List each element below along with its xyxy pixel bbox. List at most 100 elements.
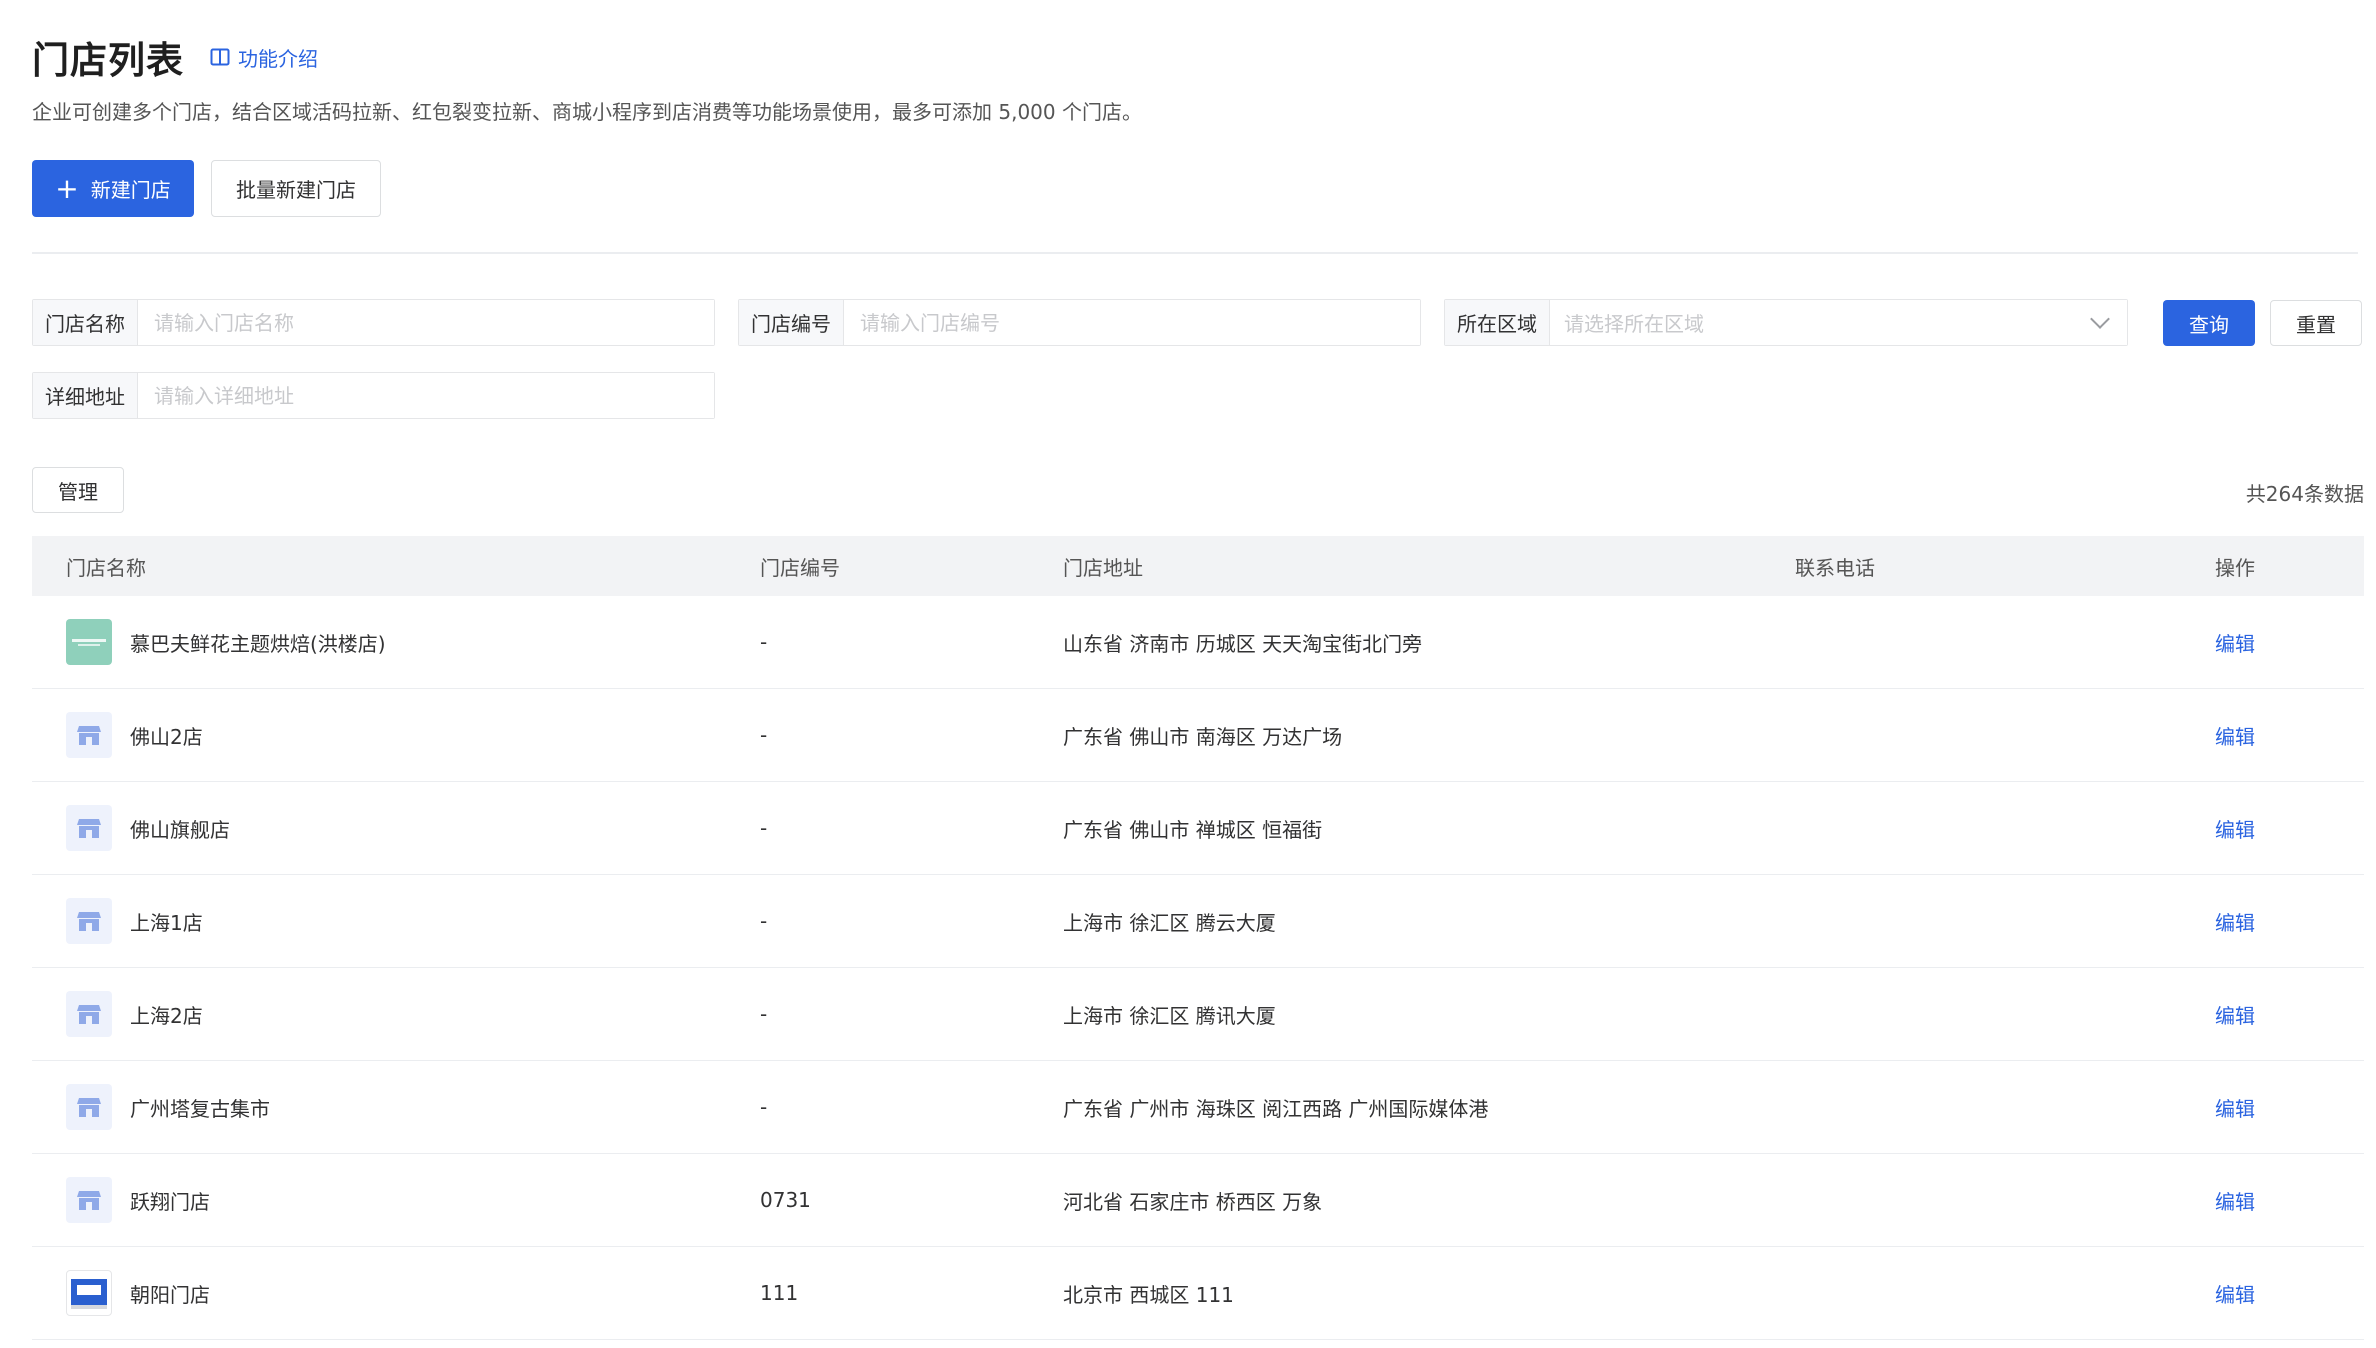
cell-store-name: 朝阳门店 bbox=[32, 1270, 760, 1316]
region-select-placeholder: 请选择所在区域 bbox=[1564, 312, 1704, 336]
store-address: 河北省 石家庄市 桥西区 万象 bbox=[1063, 1189, 1323, 1214]
table-row: 慕巴夫鲜花主题烘焙(洪楼店) - 山东省 济南市 历城区 天天淘宝街北门旁 编辑 bbox=[32, 596, 2364, 689]
intro-link[interactable]: 功能介绍 bbox=[210, 43, 318, 72]
store-address: 广东省 佛山市 禅城区 恒福街 bbox=[1063, 817, 1323, 842]
filter-address-label: 详细地址 bbox=[33, 373, 138, 418]
store-code: 111 bbox=[760, 1281, 799, 1305]
table-row: 广州塔复古集市 - 广东省 广州市 海珠区 阅江西路 广州国际媒体港 编辑 bbox=[32, 1061, 2364, 1154]
table-row: 佛山2店 - 广东省 佛山市 南海区 万达广场 编辑 bbox=[32, 689, 2364, 782]
cell-actions: 编辑 bbox=[2215, 1093, 2364, 1122]
store-code-input[interactable] bbox=[844, 300, 1420, 345]
cell-store-name: 跃翔门店 bbox=[32, 1177, 760, 1223]
cell-actions: 编辑 bbox=[2215, 1186, 2364, 1215]
store-name: 上海2店 bbox=[130, 1003, 203, 1028]
page-description: 企业可创建多个门店，结合区域活码拉新、红包裂变拉新、商城小程序到店消费等功能场景… bbox=[32, 100, 1142, 124]
cell-actions: 编辑 bbox=[2215, 1279, 2364, 1308]
store-thumbnail bbox=[66, 619, 112, 665]
store-code: - bbox=[760, 723, 768, 747]
store-icon bbox=[77, 1191, 101, 1210]
cell-actions: 编辑 bbox=[2215, 628, 2364, 657]
cell-store-name: 上海2店 bbox=[32, 991, 760, 1037]
store-name: 佛山2店 bbox=[130, 724, 203, 749]
page-title: 门店列表 bbox=[32, 39, 184, 82]
query-button[interactable]: 查询 bbox=[2163, 300, 2255, 346]
table-row: 跃翔门店 0731 河北省 石家庄市 桥西区 万象 编辑 bbox=[32, 1154, 2364, 1247]
store-photo-icon bbox=[71, 1279, 107, 1309]
edit-link[interactable]: 编辑 bbox=[2215, 1190, 2255, 1214]
book-icon bbox=[210, 48, 230, 66]
store-thumbnail bbox=[66, 712, 112, 758]
cell-store-name: 佛山2店 bbox=[32, 712, 760, 758]
divider bbox=[32, 252, 2358, 254]
cell-actions: 编辑 bbox=[2215, 814, 2364, 843]
cell-actions: 编辑 bbox=[2215, 721, 2364, 750]
reset-button[interactable]: 重置 bbox=[2270, 300, 2362, 346]
table-header: 门店名称 门店编号 门店地址 联系电话 操作 bbox=[32, 536, 2364, 596]
action-buttons: + 新建门店 批量新建门店 bbox=[32, 160, 381, 217]
filter-store-code-label: 门店编号 bbox=[739, 300, 844, 345]
store-name: 慕巴夫鲜花主题烘焙(洪楼店) bbox=[130, 631, 386, 656]
cell-store-name: 佛山旗舰店 bbox=[32, 805, 760, 851]
store-address: 上海市 徐汇区 腾讯大厦 bbox=[1063, 1003, 1276, 1028]
store-thumbnail bbox=[66, 898, 112, 944]
store-thumbnail bbox=[66, 1270, 112, 1316]
store-name: 跃翔门店 bbox=[130, 1189, 210, 1214]
edit-link[interactable]: 编辑 bbox=[2215, 1004, 2255, 1028]
edit-link[interactable]: 编辑 bbox=[2215, 632, 2255, 656]
edit-link[interactable]: 编辑 bbox=[2215, 1283, 2255, 1307]
store-icon bbox=[77, 1098, 101, 1117]
filter-address: 详细地址 bbox=[32, 372, 715, 419]
store-icon bbox=[77, 912, 101, 931]
filter-store-name-label: 门店名称 bbox=[33, 300, 138, 345]
store-name: 广州塔复古集市 bbox=[130, 1096, 270, 1121]
store-name: 佛山旗舰店 bbox=[130, 817, 230, 842]
cell-store-name: 慕巴夫鲜花主题烘焙(洪楼店) bbox=[32, 619, 760, 665]
store-thumbnail bbox=[66, 1084, 112, 1130]
store-name: 朝阳门店 bbox=[130, 1282, 210, 1307]
store-thumbnail bbox=[66, 805, 112, 851]
filter-region-label: 所在区域 bbox=[1445, 300, 1550, 345]
store-icon bbox=[77, 726, 101, 745]
manage-button[interactable]: 管理 bbox=[32, 467, 124, 513]
cell-store-name: 广州塔复古集市 bbox=[32, 1084, 760, 1130]
table-body: 慕巴夫鲜花主题烘焙(洪楼店) - 山东省 济南市 历城区 天天淘宝街北门旁 编辑 佛山2… bbox=[32, 596, 2364, 1340]
new-store-button[interactable]: + 新建门店 bbox=[32, 160, 194, 217]
col-store-code: 门店编号 bbox=[760, 555, 840, 580]
store-address: 山东省 济南市 历城区 天天淘宝街北门旁 bbox=[1063, 631, 1423, 656]
filter-region: 所在区域 请选择所在区域 bbox=[1444, 299, 2128, 346]
store-name-input[interactable] bbox=[138, 300, 714, 345]
store-name: 上海1店 bbox=[130, 910, 203, 935]
store-list-page: 门店列表 功能介绍 企业可创建多个门店，结合区域活码拉新、红包裂变拉新、商城小程… bbox=[0, 0, 2376, 1348]
store-code: - bbox=[760, 630, 768, 654]
title-row: 门店列表 功能介绍 bbox=[32, 30, 318, 84]
col-store-name: 门店名称 bbox=[66, 555, 146, 580]
store-code: - bbox=[760, 1002, 768, 1026]
store-address: 上海市 徐汇区 腾云大厦 bbox=[1063, 910, 1276, 935]
new-store-label: 新建门店 bbox=[90, 178, 171, 202]
filter-store-code: 门店编号 bbox=[738, 299, 1421, 346]
brand-logo-icon bbox=[72, 639, 106, 646]
filter-store-name: 门店名称 bbox=[32, 299, 715, 346]
table-row: 上海2店 - 上海市 徐汇区 腾讯大厦 编辑 bbox=[32, 968, 2364, 1061]
edit-link[interactable]: 编辑 bbox=[2215, 911, 2255, 935]
edit-link[interactable]: 编辑 bbox=[2215, 725, 2255, 749]
intro-link-label[interactable]: 功能介绍 bbox=[238, 43, 318, 72]
edit-link[interactable]: 编辑 bbox=[2215, 818, 2255, 842]
total-count: 共264条数据 bbox=[2245, 482, 2364, 506]
store-table: 门店名称 门店编号 门店地址 联系电话 操作 慕巴夫鲜花主题烘焙(洪楼店) - 山东… bbox=[32, 536, 2364, 1340]
store-icon bbox=[77, 819, 101, 838]
chevron-down-icon bbox=[2090, 308, 2110, 329]
store-icon bbox=[77, 1005, 101, 1024]
col-phone: 联系电话 bbox=[1795, 555, 1875, 580]
region-select[interactable]: 请选择所在区域 bbox=[1550, 300, 2127, 345]
store-code: - bbox=[760, 816, 768, 840]
table-row: 佛山旗舰店 - 广东省 佛山市 禅城区 恒福街 编辑 bbox=[32, 782, 2364, 875]
edit-link[interactable]: 编辑 bbox=[2215, 1097, 2255, 1121]
store-address: 北京市 西城区 111 bbox=[1063, 1282, 1234, 1307]
store-code: - bbox=[760, 909, 768, 933]
plus-icon: + bbox=[55, 171, 79, 205]
store-code: - bbox=[760, 1095, 768, 1119]
col-store-address: 门店地址 bbox=[1063, 555, 1143, 580]
batch-new-store-button[interactable]: 批量新建门店 bbox=[211, 160, 381, 217]
address-input[interactable] bbox=[138, 373, 714, 418]
